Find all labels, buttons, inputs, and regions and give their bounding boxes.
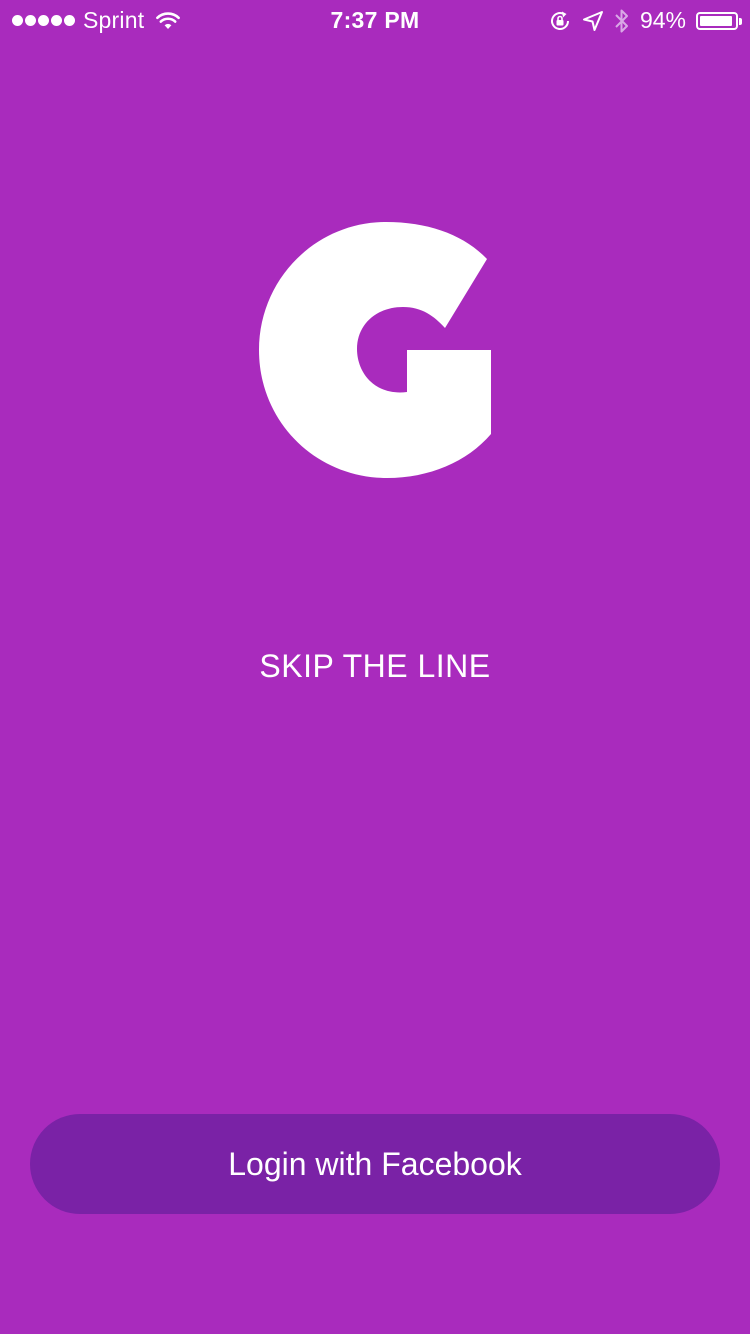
login-with-facebook-button[interactable]: Login with Facebook bbox=[30, 1114, 720, 1214]
battery-nub bbox=[739, 17, 742, 25]
battery-percent: 94% bbox=[639, 7, 686, 33]
location-arrow-icon bbox=[582, 10, 603, 31]
status-bar: Sprint 7:37 PM 94% bbox=[0, 0, 750, 40]
bluetooth-icon bbox=[615, 9, 628, 32]
g-logo-icon bbox=[259, 222, 491, 478]
rotation-lock-icon bbox=[550, 11, 569, 30]
tagline: SKIP THE LINE bbox=[259, 648, 491, 684]
status-bar-right: 94% bbox=[548, 7, 742, 34]
battery-fill bbox=[700, 15, 732, 26]
login-button-label: Login with Facebook bbox=[228, 1145, 522, 1182]
battery-icon bbox=[696, 11, 742, 30]
